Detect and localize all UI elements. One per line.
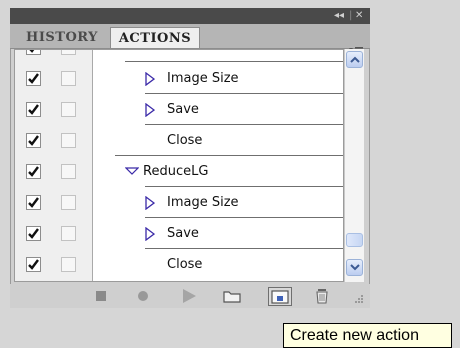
record-button[interactable] <box>134 288 152 304</box>
titlebar-separator: | <box>349 10 353 21</box>
dialog-toggle[interactable] <box>61 195 76 210</box>
stop-button[interactable] <box>92 288 110 304</box>
collapse-icon[interactable]: ◂◂ <box>334 9 344 23</box>
item-checkbox[interactable] <box>26 164 41 179</box>
new-set-button[interactable] <box>223 288 241 304</box>
chevron-down-icon <box>350 264 360 271</box>
item-checkbox[interactable] <box>26 50 41 55</box>
delete-button[interactable] <box>313 288 331 304</box>
stop-icon <box>96 291 106 301</box>
panel-titlebar: ◂◂ | ✕ <box>10 8 370 24</box>
expand-right-icon[interactable] <box>145 227 155 241</box>
resize-grip-icon[interactable] <box>352 294 364 304</box>
new-action-icon <box>271 290 289 304</box>
list-item[interactable]: Image Size <box>15 63 343 94</box>
dialog-toggle[interactable] <box>61 71 76 86</box>
scroll-thumb[interactable] <box>346 233 363 247</box>
bottom-toolbar <box>10 284 370 308</box>
play-icon <box>183 289 196 303</box>
row-divider <box>125 61 343 62</box>
list-item[interactable]: Save <box>15 94 343 125</box>
item-checkbox[interactable] <box>26 71 41 86</box>
list-item-partial <box>15 49 343 63</box>
action-label: ReduceLG <box>143 164 209 179</box>
actions-panel: ◂◂ | ✕ HISTORY ACTIONS Image Size Save C… <box>10 8 370 308</box>
item-checkbox[interactable] <box>26 102 41 117</box>
command-label: Image Size <box>167 195 239 210</box>
expand-right-icon[interactable] <box>145 103 155 117</box>
new-action-button[interactable] <box>268 287 292 306</box>
tab-history[interactable]: HISTORY <box>16 27 108 48</box>
dialog-toggle[interactable] <box>61 50 76 55</box>
tooltip: Create new action <box>283 323 452 348</box>
command-label: Save <box>167 226 199 241</box>
command-label: Close <box>167 257 203 272</box>
expand-down-icon[interactable] <box>125 49 139 50</box>
play-button[interactable] <box>180 288 198 304</box>
record-icon <box>138 291 148 301</box>
close-icon[interactable]: ✕ <box>355 9 363 23</box>
command-label: Save <box>167 102 199 117</box>
dialog-toggle[interactable] <box>61 133 76 148</box>
list-item[interactable]: ReduceLG <box>15 156 343 187</box>
tab-actions[interactable]: ACTIONS <box>110 27 200 48</box>
dialog-toggle[interactable] <box>61 257 76 272</box>
item-checkbox[interactable] <box>26 195 41 210</box>
vertical-scrollbar[interactable] <box>344 49 364 282</box>
tab-bar: HISTORY ACTIONS <box>10 24 370 57</box>
list-item[interactable]: Image Size <box>15 187 343 218</box>
item-checkbox[interactable] <box>26 257 41 272</box>
actions-list: Image Size Save Close ReduceLG Image Siz… <box>14 49 344 282</box>
command-label: Close <box>167 133 203 148</box>
scroll-down-button[interactable] <box>346 259 363 276</box>
list-item[interactable]: Close <box>15 249 343 280</box>
chevron-up-icon <box>350 56 360 63</box>
dialog-toggle[interactable] <box>61 102 76 117</box>
command-label: Image Size <box>167 71 239 86</box>
scroll-up-button[interactable] <box>346 51 363 68</box>
trash-icon <box>316 289 328 304</box>
list-item[interactable]: Save <box>15 218 343 249</box>
expand-down-icon[interactable] <box>125 167 139 175</box>
expand-right-icon[interactable] <box>145 196 155 210</box>
dialog-toggle[interactable] <box>61 164 76 179</box>
list-item[interactable]: Close <box>15 125 343 156</box>
item-checkbox[interactable] <box>26 226 41 241</box>
expand-right-icon[interactable] <box>145 72 155 86</box>
new-set-folder-icon <box>223 291 241 303</box>
item-checkbox[interactable] <box>26 133 41 148</box>
dialog-toggle[interactable] <box>61 226 76 241</box>
